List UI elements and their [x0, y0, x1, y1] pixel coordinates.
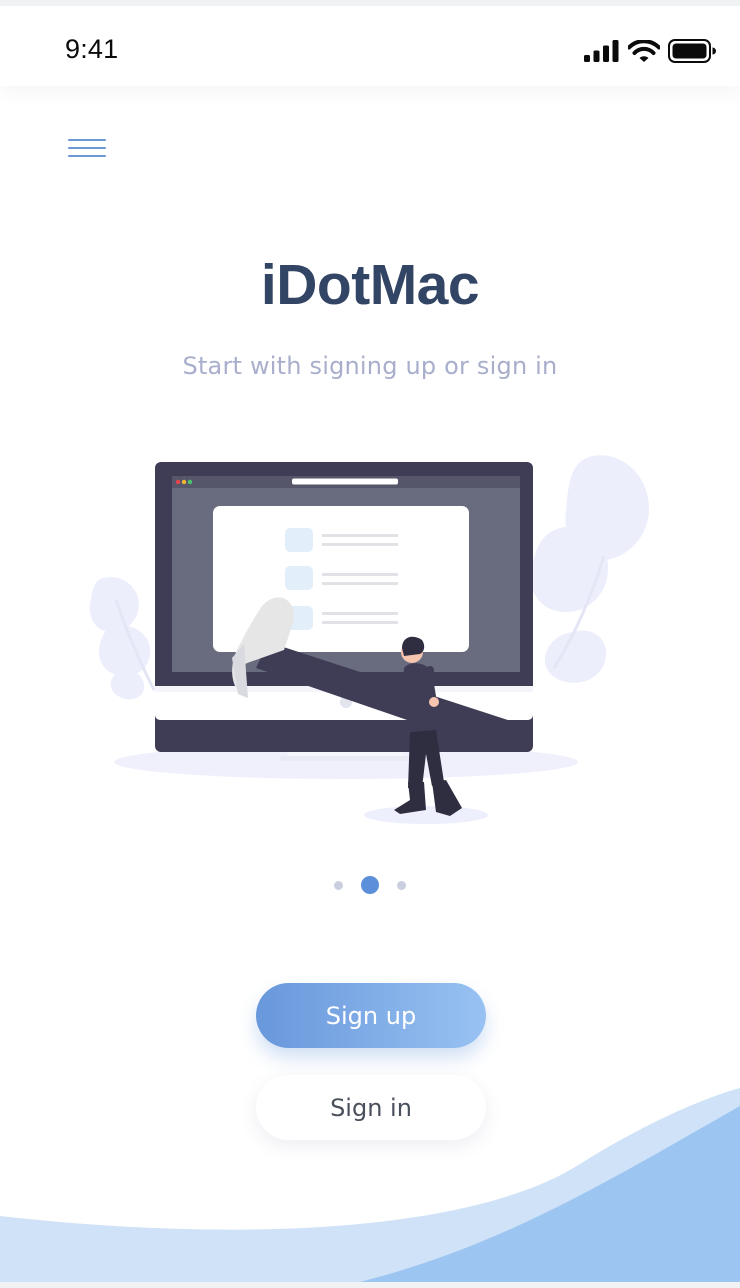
status-bar: 9:41 — [0, 6, 740, 86]
onboarding-screen: 9:41 iDotMac Start with signing up or si… — [0, 6, 740, 1282]
battery-icon — [668, 39, 716, 63]
pager-dot[interactable] — [397, 880, 406, 890]
subtitle: Start with signing up or sign in — [182, 352, 558, 380]
illustration-builder-monitor — [89, 455, 649, 824]
status-icons — [584, 39, 716, 63]
sign-in-button[interactable]: Sign in — [256, 1075, 486, 1140]
cellular-signal-icon — [584, 40, 619, 62]
pager-dot[interactable] — [334, 880, 343, 890]
pager-dot-active[interactable] — [361, 876, 379, 894]
pagination-dots — [0, 874, 740, 896]
sign-up-button[interactable]: Sign up — [256, 983, 486, 1048]
hamburger-menu-icon[interactable] — [62, 134, 112, 172]
wifi-icon — [628, 40, 660, 62]
app-title: iDotMac — [260, 253, 480, 317]
status-time: 9:41 — [65, 34, 119, 64]
